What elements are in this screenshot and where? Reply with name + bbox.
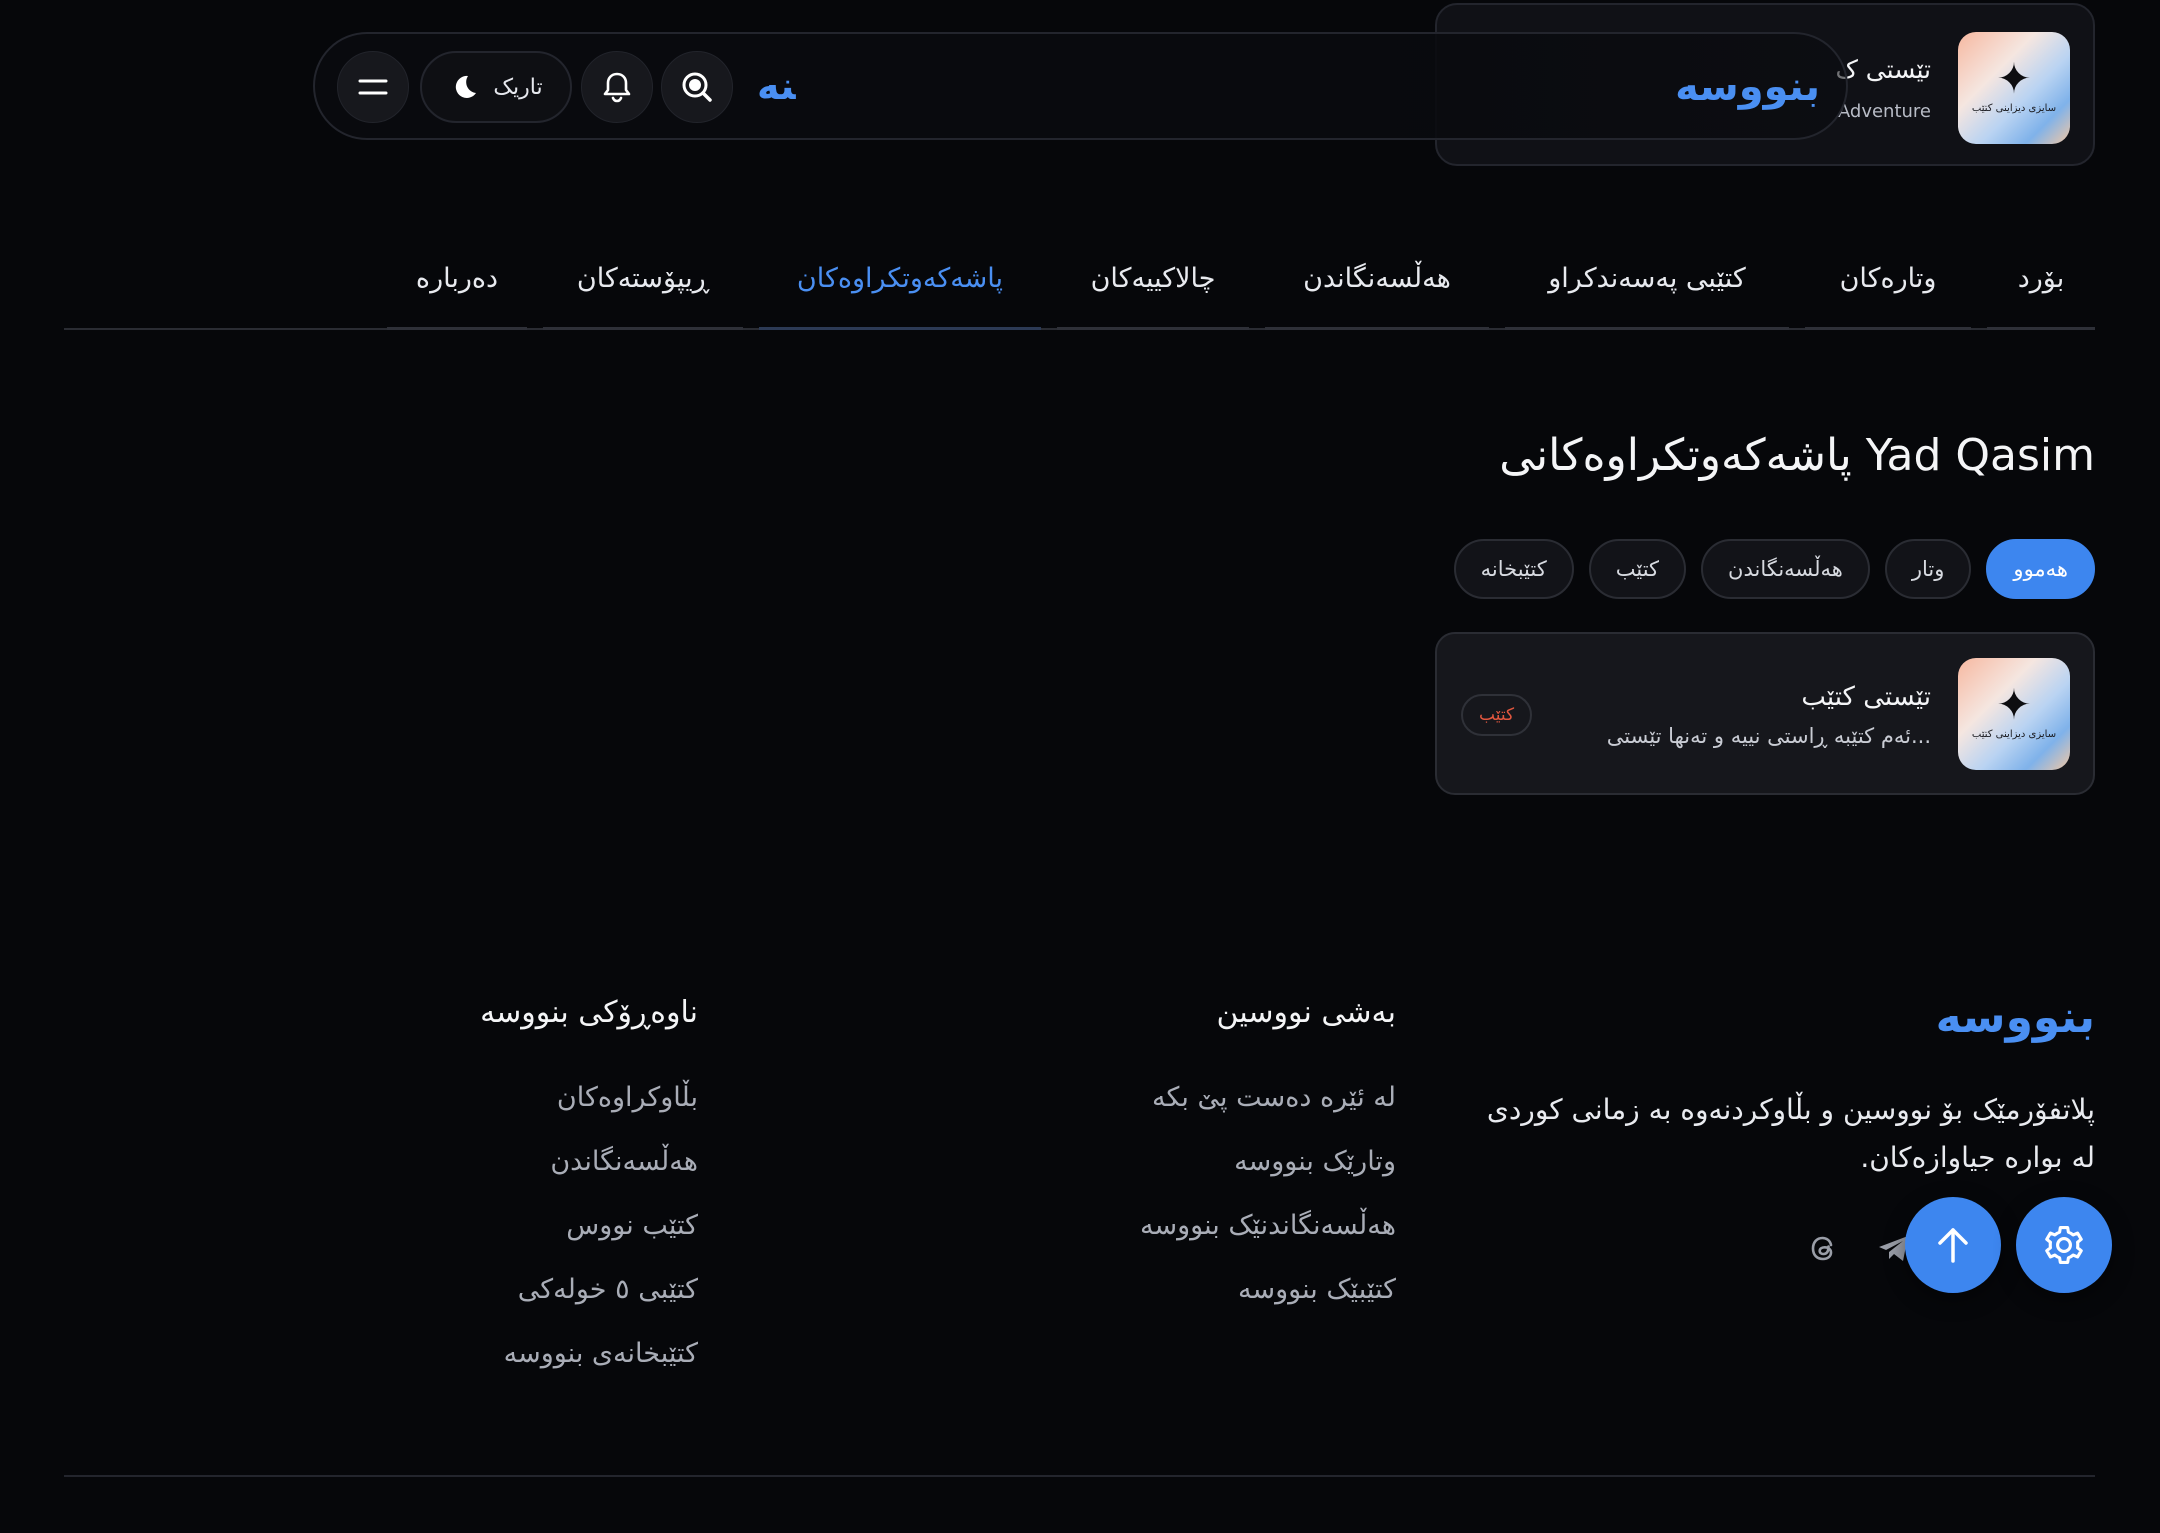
footer-writing-link[interactable]: وتارێک بنووسە: [1234, 1146, 1396, 1177]
settings-button[interactable]: [2016, 1197, 2112, 1293]
notifications-button[interactable]: [581, 51, 653, 123]
cover-caption: سایزی دیزاینی کتێب: [1971, 729, 2057, 740]
search-button[interactable]: [661, 51, 733, 123]
profile-name: تێستی ک: [1835, 55, 1931, 84]
theme-label: تاریک: [493, 74, 543, 100]
cover-caption: سایزی دیزاینی کتێب: [1971, 103, 2057, 114]
book-cover-image: ✦ سایزی دیزاینی کتێب: [1958, 32, 2070, 144]
filter-all[interactable]: هەموو: [1986, 539, 2095, 599]
profile-subtitle: Adventure: [1837, 101, 1931, 122]
bell-icon: [603, 72, 631, 103]
brand-mark-icon[interactable]: ﻨﻪ: [757, 64, 796, 108]
footer-about-text: پلاتفۆرمێک بۆ نووسین و بڵاوکردنەوە بە زم…: [1486, 1093, 2095, 1174]
theme-toggle[interactable]: تاریک: [420, 51, 572, 123]
menu-button[interactable]: [337, 51, 409, 123]
filter-library[interactable]: کتێبخانە: [1453, 539, 1574, 599]
footer-content-link[interactable]: کتێبی ٥ خولەکی: [518, 1274, 698, 1305]
footer-divider: [64, 1475, 2095, 1477]
tab-saved[interactable]: پاشەکەوتکراوەکان: [759, 230, 1041, 330]
threads-icon[interactable]: [1804, 1228, 1844, 1268]
search-icon: [682, 72, 712, 102]
scroll-to-top-button[interactable]: [1905, 1197, 2001, 1293]
moon-icon: [456, 75, 477, 98]
saved-item-title: تێستی کتێب: [1801, 682, 1931, 712]
saved-item-card[interactable]: ✦ سایزی دیزاینی کتێب تێستی کتێب ئەم کتێب…: [1435, 632, 2095, 795]
gear-icon: [2045, 1226, 2083, 1264]
footer-content-link[interactable]: بڵاوکراوەکان: [557, 1082, 698, 1113]
hamburger-menu-icon: [358, 79, 388, 95]
tab-approved-books[interactable]: کتێبی پەسەندکراو: [1505, 230, 1789, 330]
footer-content-link[interactable]: کتێب نووس: [566, 1210, 698, 1241]
filter-chips: هەموو وتار هەڵسەنگاندن کتێب کتێبخانە: [1453, 539, 2095, 599]
profile-tabs: بۆرد وتارەکان کتێبی پەسەندکراو هەڵسەنگان…: [64, 230, 2095, 330]
filter-books[interactable]: کتێب: [1588, 539, 1687, 599]
footer-content-heading: ناوەڕۆکی بنووسە: [480, 995, 698, 1030]
tab-activities[interactable]: چالاکییەکان: [1057, 230, 1249, 330]
tab-reposts[interactable]: ڕیپۆستەکان: [543, 230, 743, 330]
page-title: پاشەکەوتکراوەکانی Yad Qasim: [1499, 430, 2095, 481]
footer-content-link[interactable]: کتێبخانەی بنووسە: [504, 1338, 698, 1369]
footer-writing-heading: بەشی نووسین: [1216, 995, 1396, 1030]
footer-writing-link[interactable]: کتێبێک بنووسە: [1238, 1274, 1396, 1305]
threads-glyph-icon: [1811, 1236, 1833, 1261]
item-type-badge: کتێب: [1461, 694, 1533, 736]
tab-board[interactable]: بۆرد: [1987, 230, 2095, 330]
sparkle-icon: ✦: [1996, 680, 2032, 729]
arrow-up-icon: [1938, 1228, 1968, 1263]
brand-logo[interactable]: بنووسە: [1675, 64, 1820, 110]
tab-reviews[interactable]: هەڵسەنگاندن: [1265, 230, 1489, 330]
footer-brand[interactable]: بنووسە: [1936, 992, 2095, 1043]
book-cover-image: ✦ سایزی دیزاینی کتێب: [1958, 658, 2070, 770]
tab-articles[interactable]: وتارەکان: [1805, 230, 1971, 330]
footer-content-link[interactable]: هەڵسەنگاندن: [550, 1146, 698, 1177]
top-navigation-bar: بنووسە ﻨﻪ تاریک: [313, 32, 1848, 140]
saved-item-description: ئەم کتێبە ڕاستی نییە و تەنها تێستی...: [1606, 724, 1931, 748]
filter-articles[interactable]: وتار: [1884, 539, 1972, 599]
sparkle-icon: ✦: [1996, 54, 2032, 103]
filter-reviews[interactable]: هەڵسەنگاندن: [1701, 539, 1870, 599]
footer-writing-link[interactable]: لە ئێرە دەست پێ بکە: [1152, 1082, 1396, 1113]
footer-writing-link[interactable]: هەڵسەنگاندنێک بنووسە: [1140, 1210, 1396, 1241]
tab-about[interactable]: دەربارە: [387, 230, 527, 330]
